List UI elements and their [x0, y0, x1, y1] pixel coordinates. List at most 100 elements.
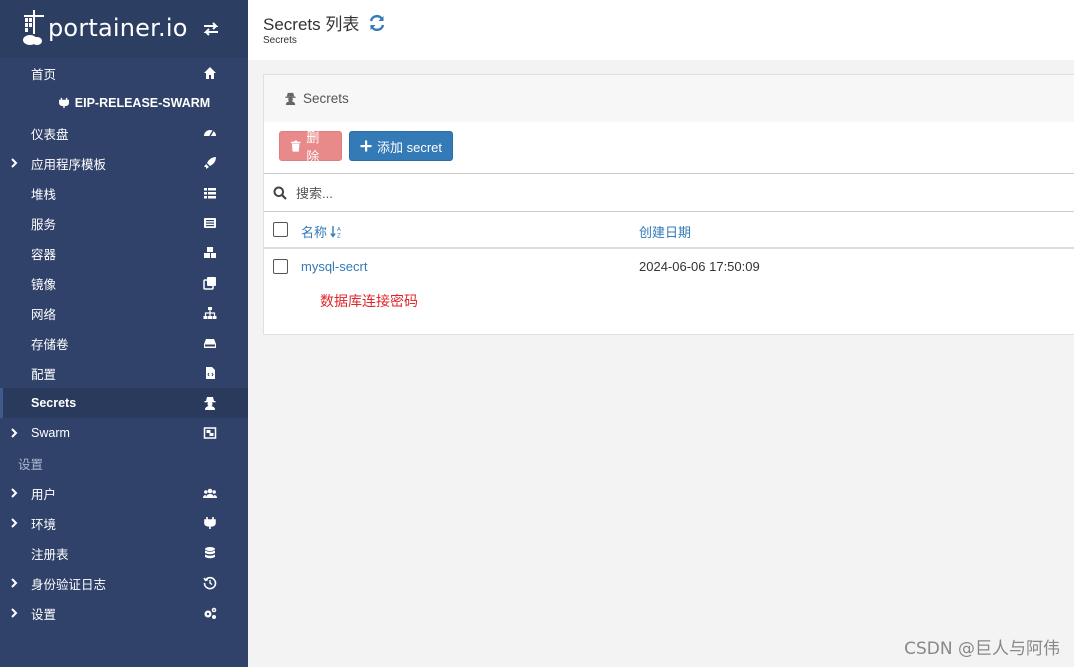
sidebar: portainer.io 首页 EIP-RELEASE-SWARM 仪表盘 应用… — [0, 0, 248, 667]
sidebar-item-auth-logs[interactable]: 身份验证日志 — [0, 568, 248, 598]
secret-name-link[interactable]: mysql-secrt — [301, 259, 367, 274]
sidebar-item-label: Swarm — [31, 426, 70, 440]
object-group-icon — [203, 426, 217, 440]
sidebar-item-environments[interactable]: 环境 — [0, 508, 248, 538]
column-header-name[interactable]: 名称 AZ — [301, 222, 343, 241]
sidebar-item-home[interactable]: 首页 — [0, 58, 248, 88]
actions-bar: 删除 添加 secret — [264, 122, 1074, 173]
history-icon — [203, 576, 217, 590]
logo-text: portainer.io — [48, 14, 188, 42]
settings-nav: 用户 环境 注册表 身份验证日志 设置 — [0, 478, 248, 628]
add-secret-button-label: 添加 secret — [377, 139, 443, 155]
sidebar-item-secrets[interactable]: Secrets — [0, 388, 248, 418]
table-header: 名称 AZ 创建日期 — [264, 212, 1074, 249]
widget-header: Secrets — [264, 75, 1074, 122]
sidebar-item-configs[interactable]: 配置 — [0, 358, 248, 388]
sidebar-item-volumes[interactable]: 存储卷 — [0, 328, 248, 358]
widget-title: Secrets — [303, 91, 349, 106]
users-icon — [203, 486, 217, 500]
sidebar-item-label: 服务 — [31, 217, 57, 232]
environment-name: EIP-RELEASE-SWARM — [74, 96, 211, 110]
home-icon — [203, 66, 217, 80]
sidebar-item-containers[interactable]: 容器 — [0, 238, 248, 268]
chevron-right-icon — [9, 486, 19, 500]
sidebar-item-label: 应用程序模板 — [31, 157, 107, 172]
exchange-arrows-icon[interactable] — [202, 20, 220, 38]
page-title-text: Secrets 列表 — [263, 15, 360, 34]
sidebar-item-images[interactable]: 镜像 — [0, 268, 248, 298]
sidebar-item-label: 堆栈 — [31, 187, 57, 202]
svg-text:A: A — [337, 227, 341, 233]
plug-icon — [58, 97, 69, 109]
portainer-logo[interactable]: portainer.io — [22, 8, 188, 48]
sidebar-item-stacks[interactable]: 堆栈 — [0, 178, 248, 208]
chevron-right-icon — [9, 516, 19, 530]
sidebar-item-label: 存储卷 — [31, 337, 69, 352]
cogs-icon — [203, 606, 217, 620]
sidebar-item-settings[interactable]: 设置 — [0, 598, 248, 628]
sidebar-item-users[interactable]: 用户 — [0, 478, 248, 508]
sidebar-item-environment[interactable]: EIP-RELEASE-SWARM — [0, 88, 248, 118]
page-header: Secrets 列表 Secrets — [248, 0, 1074, 60]
cubes-icon — [203, 246, 217, 260]
brand-bar: portainer.io — [0, 0, 248, 58]
annotation-note: 数据库连接密码 — [320, 293, 418, 309]
sidebar-item-label: 网络 — [31, 307, 57, 322]
settings-section-heading: 设置 — [18, 457, 44, 472]
sidebar-nav: 首页 EIP-RELEASE-SWARM 仪表盘 应用程序模板 堆栈 服务 容器… — [0, 58, 248, 448]
sidebar-item-dashboard[interactable]: 仪表盘 — [0, 118, 248, 148]
dashboard-icon — [203, 126, 217, 140]
sidebar-item-label: 环境 — [31, 517, 57, 532]
plus-icon — [360, 140, 372, 152]
add-secret-button[interactable]: 添加 secret — [349, 131, 453, 161]
row-checkbox[interactable] — [273, 259, 288, 274]
refresh-icon[interactable] — [368, 14, 386, 32]
sidebar-item-label: 用户 — [31, 487, 57, 502]
portainer-logo-icon — [22, 8, 46, 48]
sort-icon: AZ — [330, 226, 341, 239]
sidebar-item-networks[interactable]: 网络 — [0, 298, 248, 328]
search-input[interactable] — [296, 182, 996, 204]
list-alt-icon — [203, 216, 217, 230]
sidebar-item-label: 身份验证日志 — [31, 577, 107, 592]
search-icon — [273, 186, 287, 200]
sidebar-item-label: 配置 — [31, 367, 57, 382]
clone-icon — [203, 276, 217, 290]
plug-icon — [203, 516, 217, 530]
table-row: mysql-secrt 2024-06-06 17:50:09 — [264, 249, 1074, 285]
sidebar-item-registries[interactable]: 注册表 — [0, 538, 248, 568]
sidebar-item-label: 注册表 — [31, 547, 69, 562]
search-bar — [264, 173, 1074, 212]
sidebar-item-app-templates[interactable]: 应用程序模板 — [0, 148, 248, 178]
sidebar-item-label: 仪表盘 — [31, 127, 69, 142]
list-icon — [203, 186, 217, 200]
watermark: CSDN @巨人与阿伟 — [904, 639, 1060, 659]
chevron-right-icon — [9, 606, 19, 620]
chevron-right-icon — [9, 156, 19, 170]
breadcrumb: Secrets — [263, 35, 297, 46]
sidebar-item-label: 设置 — [31, 607, 57, 622]
sidebar-item-swarm[interactable]: Swarm — [0, 418, 248, 448]
page-title: Secrets 列表 — [263, 10, 386, 35]
trash-icon — [290, 140, 301, 152]
user-secret-icon — [203, 396, 217, 410]
hdd-icon — [203, 336, 217, 350]
select-all-checkbox[interactable] — [273, 222, 288, 237]
secrets-widget: Secrets 删除 添加 secret 名称 AZ 创建日期 mysql-se… — [263, 74, 1074, 335]
delete-button-label: 删除 — [306, 130, 320, 164]
sidebar-item-services[interactable]: 服务 — [0, 208, 248, 238]
sitemap-icon — [203, 306, 217, 320]
sidebar-item-label: 首页 — [31, 67, 57, 82]
delete-button[interactable]: 删除 — [279, 130, 342, 164]
secret-created-date: 2024-06-06 17:50:09 — [639, 259, 760, 274]
chevron-right-icon — [9, 426, 19, 440]
svg-text:Z: Z — [337, 234, 341, 239]
sidebar-item-label: 镜像 — [31, 277, 57, 292]
sidebar-item-label: Secrets — [31, 396, 77, 410]
sidebar-item-label: 容器 — [31, 247, 57, 262]
user-secret-icon — [284, 92, 297, 105]
column-header-created[interactable]: 创建日期 — [639, 222, 691, 241]
database-icon — [203, 546, 217, 560]
chevron-right-icon — [9, 576, 19, 590]
rocket-icon — [203, 156, 217, 170]
